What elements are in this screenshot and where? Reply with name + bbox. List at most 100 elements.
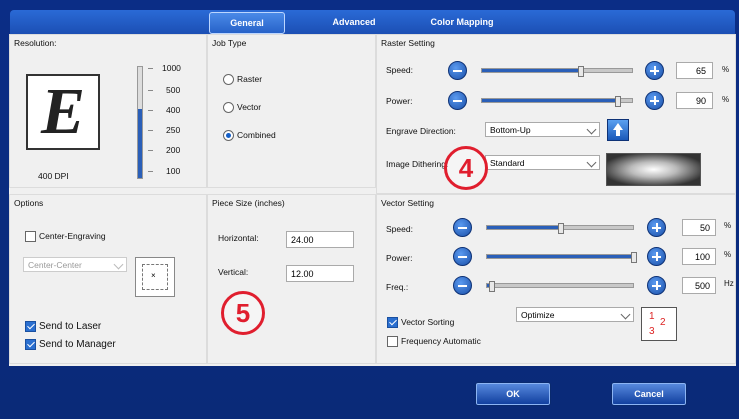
- vector-speed-plus-button[interactable]: [647, 218, 666, 237]
- piece-size-title: Piece Size (inches): [212, 198, 285, 208]
- vector-freq-input[interactable]: 500: [682, 277, 716, 294]
- slider-knob[interactable]: [489, 281, 496, 292]
- position-grid-icon[interactable]: ×: [135, 257, 175, 297]
- job-type-group: Job Type Raster Vector Combined: [207, 34, 376, 188]
- radio-vector-label: Vector: [237, 102, 262, 112]
- frequency-automatic-label: Frequency Automatic: [401, 336, 481, 346]
- job-type-title: Job Type: [212, 38, 247, 48]
- resolution-preview: E: [26, 74, 100, 150]
- vector-sorting-checkbox[interactable]: [387, 317, 398, 328]
- direction-arrow-button[interactable]: [607, 119, 629, 141]
- raster-power-unit: %: [722, 95, 730, 104]
- vertical-input[interactable]: 12.00: [286, 265, 354, 282]
- sort-number-3: 3: [649, 326, 655, 337]
- preview-letter: E: [40, 75, 86, 148]
- slider-knob[interactable]: [558, 223, 564, 234]
- resolution-title: Resolution:: [14, 38, 57, 48]
- horizontal-input[interactable]: 24.00: [286, 231, 354, 248]
- ok-button[interactable]: OK: [475, 382, 551, 406]
- raster-speed-input[interactable]: 65: [676, 62, 713, 79]
- arrow-up-icon: [613, 123, 623, 130]
- radio-raster[interactable]: [223, 74, 234, 85]
- raster-power-input[interactable]: 90: [676, 92, 713, 109]
- tick-label: 250: [166, 125, 181, 135]
- vector-speed-unit: %: [724, 221, 732, 230]
- tick-label: 200: [166, 145, 181, 155]
- vector-power-plus-button[interactable]: [647, 247, 666, 266]
- engrave-direction-select[interactable]: Bottom-Up: [485, 122, 600, 137]
- raster-power-plus-button[interactable]: [645, 91, 664, 110]
- radio-combined[interactable]: [223, 130, 234, 141]
- resolution-group: Resolution: E 400 DPI 1000 500 400 250 2…: [9, 34, 207, 188]
- vector-power-minus-button[interactable]: [453, 247, 472, 266]
- vector-freq-minus-button[interactable]: [453, 276, 472, 295]
- options-group: Options Center-Engraving Center-Center ×…: [9, 194, 207, 364]
- send-to-laser-checkbox[interactable]: [25, 321, 36, 332]
- options-title: Options: [14, 198, 44, 208]
- sorting-order-icon[interactable]: 1 2 3: [641, 307, 677, 341]
- tab-advanced[interactable]: Advanced: [318, 12, 390, 32]
- send-to-manager-label: Send to Manager: [39, 339, 116, 350]
- settings-panel: Resolution: E 400 DPI 1000 500 400 250 2…: [9, 34, 736, 366]
- vector-power-label: Power:: [386, 253, 413, 263]
- vector-power-input[interactable]: 100: [682, 248, 716, 265]
- annotation-badge-5: 5: [221, 291, 265, 335]
- sorting-select[interactable]: Optimize: [516, 307, 634, 322]
- tick-label: 400: [166, 105, 181, 115]
- raster-power-minus-button[interactable]: [448, 91, 467, 110]
- raster-power-slider[interactable]: [481, 96, 633, 107]
- raster-speed-slider[interactable]: [481, 66, 633, 77]
- frequency-automatic-checkbox[interactable]: [387, 336, 398, 347]
- raster-speed-minus-button[interactable]: [448, 61, 467, 80]
- radio-vector[interactable]: [223, 102, 234, 113]
- vector-power-slider[interactable]: [486, 252, 637, 263]
- sorting-select-value: Optimize: [521, 310, 555, 320]
- resolution-slider-fill: [138, 109, 142, 178]
- piece-size-group: Piece Size (inches) Horizontal: 24.00 Ve…: [207, 194, 376, 364]
- slider-knob[interactable]: [577, 66, 584, 77]
- center-position-select[interactable]: Center-Center: [23, 257, 127, 272]
- radio-raster-label: Raster: [237, 74, 263, 84]
- send-to-manager-checkbox[interactable]: [25, 339, 36, 350]
- sort-number-2: 2: [660, 317, 666, 328]
- raster-setting-group: Raster Setting Speed: 65 % Power: 90 % E…: [376, 34, 736, 194]
- vector-freq-plus-button[interactable]: [647, 276, 666, 295]
- slider-knob[interactable]: [631, 252, 637, 263]
- vertical-label: Vertical:: [218, 267, 249, 277]
- dithering-preview: [606, 153, 701, 186]
- sort-number-1: 1: [649, 311, 655, 322]
- vector-setting-group: Vector Setting Speed: 50 % Power: 100 % …: [376, 194, 736, 364]
- vector-speed-input[interactable]: 50: [682, 219, 716, 236]
- slider-knob[interactable]: [615, 96, 621, 107]
- annotation-badge-4: 4: [444, 146, 488, 190]
- vector-speed-minus-button[interactable]: [453, 218, 472, 237]
- dpi-label: 400 DPI: [38, 171, 69, 181]
- image-dithering-value: Standard: [490, 158, 525, 168]
- image-dithering-select[interactable]: Standard: [485, 155, 600, 170]
- tick-label: 1000: [162, 63, 181, 73]
- radio-combined-label: Combined: [237, 130, 276, 140]
- horizontal-label: Horizontal:: [218, 233, 259, 243]
- tab-general[interactable]: General: [209, 12, 285, 34]
- center-engraving-checkbox[interactable]: [25, 231, 36, 242]
- center-position-value: Center-Center: [28, 260, 82, 270]
- raster-speed-unit: %: [722, 65, 730, 74]
- vector-sorting-label: Vector Sorting: [401, 317, 455, 327]
- image-dithering-label: Image Dithering:: [386, 159, 449, 169]
- resolution-slider[interactable]: [137, 66, 143, 179]
- raster-speed-label: Speed:: [386, 65, 413, 75]
- engrave-direction-label: Engrave Direction:: [386, 126, 456, 136]
- tab-color-mapping[interactable]: Color Mapping: [420, 12, 504, 32]
- vector-freq-unit: Hz: [724, 279, 734, 288]
- center-engraving-label: Center-Engraving: [39, 231, 106, 241]
- vector-setting-title: Vector Setting: [381, 198, 434, 208]
- vector-speed-slider[interactable]: [486, 223, 634, 234]
- vector-power-unit: %: [724, 250, 732, 259]
- raster-speed-plus-button[interactable]: [645, 61, 664, 80]
- cancel-button[interactable]: Cancel: [611, 382, 687, 406]
- tick-label: 500: [166, 85, 181, 95]
- engrave-direction-value: Bottom-Up: [490, 125, 531, 135]
- vector-freq-label: Freq.:: [386, 282, 409, 292]
- raster-setting-title: Raster Setting: [381, 38, 435, 48]
- vector-freq-slider[interactable]: [486, 281, 634, 292]
